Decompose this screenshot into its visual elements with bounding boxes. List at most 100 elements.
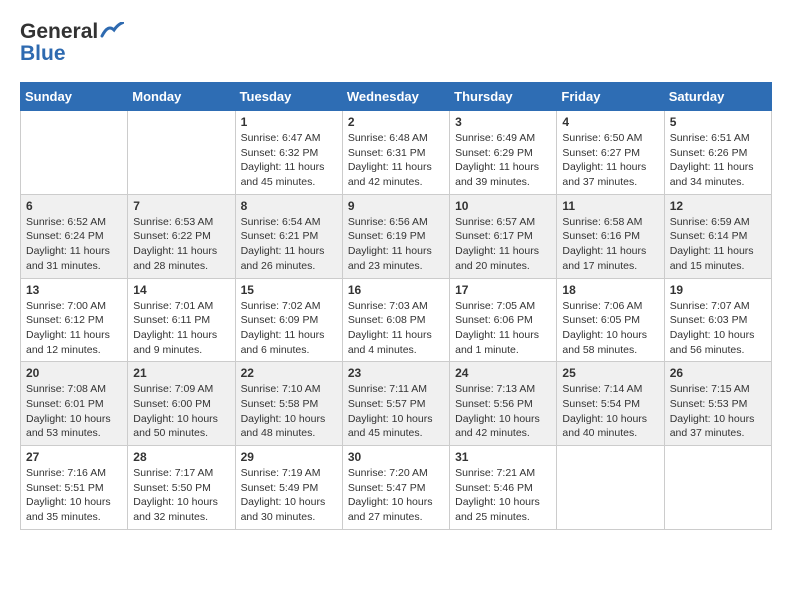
day-number: 20: [26, 366, 122, 380]
calendar-cell: 3 Sunrise: 6:49 AM Sunset: 6:29 PM Daylig…: [450, 111, 557, 195]
calendar-header-row: SundayMondayTuesdayWednesdayThursdayFrid…: [21, 83, 772, 111]
day-info: Sunrise: 7:02 AM Sunset: 6:09 PM Dayligh…: [241, 299, 337, 358]
logo: General Blue: [20, 20, 124, 66]
day-info: Sunrise: 7:14 AM Sunset: 5:54 PM Dayligh…: [562, 382, 658, 441]
day-number: 8: [241, 199, 337, 213]
week-row-3: 13 Sunrise: 7:00 AM Sunset: 6:12 PM Dayli…: [21, 278, 772, 362]
day-number: 27: [26, 450, 122, 464]
day-info: Sunrise: 7:17 AM Sunset: 5:50 PM Dayligh…: [133, 466, 229, 525]
day-number: 16: [348, 283, 444, 297]
day-header-friday: Friday: [557, 83, 664, 111]
day-info: Sunrise: 7:09 AM Sunset: 6:00 PM Dayligh…: [133, 382, 229, 441]
day-number: 23: [348, 366, 444, 380]
day-info: Sunrise: 7:05 AM Sunset: 6:06 PM Dayligh…: [455, 299, 551, 358]
day-number: 2: [348, 115, 444, 129]
day-header-thursday: Thursday: [450, 83, 557, 111]
day-info: Sunrise: 7:15 AM Sunset: 5:53 PM Dayligh…: [670, 382, 766, 441]
calendar-cell: 17 Sunrise: 7:05 AM Sunset: 6:06 PM Dayli…: [450, 278, 557, 362]
calendar-cell: 30 Sunrise: 7:20 AM Sunset: 5:47 PM Dayli…: [342, 446, 449, 530]
calendar-cell: 29 Sunrise: 7:19 AM Sunset: 5:49 PM Dayli…: [235, 446, 342, 530]
day-info: Sunrise: 7:20 AM Sunset: 5:47 PM Dayligh…: [348, 466, 444, 525]
day-number: 30: [348, 450, 444, 464]
day-info: Sunrise: 7:01 AM Sunset: 6:11 PM Dayligh…: [133, 299, 229, 358]
day-number: 1: [241, 115, 337, 129]
logo-wave-icon: [100, 22, 124, 40]
calendar-table: SundayMondayTuesdayWednesdayThursdayFrid…: [20, 82, 772, 530]
day-info: Sunrise: 6:57 AM Sunset: 6:17 PM Dayligh…: [455, 215, 551, 274]
calendar-cell: 27Sunrise: 7:16 AM Sunset: 5:51 PM Dayli…: [21, 446, 128, 530]
day-info: Sunrise: 7:13 AM Sunset: 5:56 PM Dayligh…: [455, 382, 551, 441]
calendar-cell: 24Sunrise: 7:13 AM Sunset: 5:56 PM Dayli…: [450, 362, 557, 446]
calendar-cell: 15 Sunrise: 7:02 AM Sunset: 6:09 PM Dayli…: [235, 278, 342, 362]
day-number: 15: [241, 283, 337, 297]
day-info: Sunrise: 6:53 AM Sunset: 6:22 PM Dayligh…: [133, 215, 229, 274]
day-number: 6: [26, 199, 122, 213]
calendar-cell: 23 Sunrise: 7:11 AM Sunset: 5:57 PM Dayli…: [342, 362, 449, 446]
day-number: 29: [241, 450, 337, 464]
day-number: 18: [562, 283, 658, 297]
day-number: 19: [670, 283, 766, 297]
week-row-1: 1 Sunrise: 6:47 AM Sunset: 6:32 PM Daylig…: [21, 111, 772, 195]
calendar-cell: 28 Sunrise: 7:17 AM Sunset: 5:50 PM Dayli…: [128, 446, 235, 530]
calendar-cell: 16Sunrise: 7:03 AM Sunset: 6:08 PM Dayli…: [342, 278, 449, 362]
calendar-cell: 8 Sunrise: 6:54 AM Sunset: 6:21 PM Daylig…: [235, 194, 342, 278]
day-header-sunday: Sunday: [21, 83, 128, 111]
calendar-cell: 6 Sunrise: 6:52 AM Sunset: 6:24 PM Daylig…: [21, 194, 128, 278]
day-info: Sunrise: 6:59 AM Sunset: 6:14 PM Dayligh…: [670, 215, 766, 274]
day-number: 17: [455, 283, 551, 297]
calendar-cell: 20 Sunrise: 7:08 AM Sunset: 6:01 PM Dayli…: [21, 362, 128, 446]
calendar-cell: 12Sunrise: 6:59 AM Sunset: 6:14 PM Dayli…: [664, 194, 771, 278]
day-info: Sunrise: 6:48 AM Sunset: 6:31 PM Dayligh…: [348, 131, 444, 190]
day-info: Sunrise: 6:50 AM Sunset: 6:27 PM Dayligh…: [562, 131, 658, 190]
day-number: 14: [133, 283, 229, 297]
day-info: Sunrise: 7:07 AM Sunset: 6:03 PM Dayligh…: [670, 299, 766, 358]
day-info: Sunrise: 6:56 AM Sunset: 6:19 PM Dayligh…: [348, 215, 444, 274]
calendar-cell: [664, 446, 771, 530]
calendar-cell: 5Sunrise: 6:51 AM Sunset: 6:26 PM Daylig…: [664, 111, 771, 195]
day-number: 21: [133, 366, 229, 380]
week-row-4: 20 Sunrise: 7:08 AM Sunset: 6:01 PM Dayli…: [21, 362, 772, 446]
calendar-cell: 1 Sunrise: 6:47 AM Sunset: 6:32 PM Daylig…: [235, 111, 342, 195]
day-number: 10: [455, 199, 551, 213]
day-header-tuesday: Tuesday: [235, 83, 342, 111]
calendar-cell: 19 Sunrise: 7:07 AM Sunset: 6:03 PM Dayli…: [664, 278, 771, 362]
calendar-cell: 7 Sunrise: 6:53 AM Sunset: 6:22 PM Daylig…: [128, 194, 235, 278]
day-info: Sunrise: 7:10 AM Sunset: 5:58 PM Dayligh…: [241, 382, 337, 441]
day-number: 22: [241, 366, 337, 380]
calendar-cell: 22 Sunrise: 7:10 AM Sunset: 5:58 PM Dayli…: [235, 362, 342, 446]
day-info: Sunrise: 7:21 AM Sunset: 5:46 PM Dayligh…: [455, 466, 551, 525]
calendar-cell: 4Sunrise: 6:50 AM Sunset: 6:27 PM Daylig…: [557, 111, 664, 195]
calendar-cell: 11Sunrise: 6:58 AM Sunset: 6:16 PM Dayli…: [557, 194, 664, 278]
week-row-5: 27Sunrise: 7:16 AM Sunset: 5:51 PM Dayli…: [21, 446, 772, 530]
page-header: General Blue: [20, 20, 772, 66]
calendar-cell: 21 Sunrise: 7:09 AM Sunset: 6:00 PM Dayli…: [128, 362, 235, 446]
day-info: Sunrise: 7:08 AM Sunset: 6:01 PM Dayligh…: [26, 382, 122, 441]
day-header-monday: Monday: [128, 83, 235, 111]
day-number: 7: [133, 199, 229, 213]
calendar-cell: 13 Sunrise: 7:00 AM Sunset: 6:12 PM Dayli…: [21, 278, 128, 362]
logo-general-text: General: [20, 20, 98, 44]
day-info: Sunrise: 6:49 AM Sunset: 6:29 PM Dayligh…: [455, 131, 551, 190]
day-info: Sunrise: 6:54 AM Sunset: 6:21 PM Dayligh…: [241, 215, 337, 274]
day-number: 3: [455, 115, 551, 129]
day-number: 13: [26, 283, 122, 297]
logo-blue-text: Blue: [20, 42, 66, 66]
calendar-cell: 26Sunrise: 7:15 AM Sunset: 5:53 PM Dayli…: [664, 362, 771, 446]
calendar-cell: 25Sunrise: 7:14 AM Sunset: 5:54 PM Dayli…: [557, 362, 664, 446]
calendar-cell: 31Sunrise: 7:21 AM Sunset: 5:46 PM Dayli…: [450, 446, 557, 530]
day-info: Sunrise: 7:19 AM Sunset: 5:49 PM Dayligh…: [241, 466, 337, 525]
day-info: Sunrise: 7:00 AM Sunset: 6:12 PM Dayligh…: [26, 299, 122, 358]
day-header-wednesday: Wednesday: [342, 83, 449, 111]
day-header-saturday: Saturday: [664, 83, 771, 111]
calendar-cell: 10 Sunrise: 6:57 AM Sunset: 6:17 PM Dayli…: [450, 194, 557, 278]
day-info: Sunrise: 7:06 AM Sunset: 6:05 PM Dayligh…: [562, 299, 658, 358]
day-number: 28: [133, 450, 229, 464]
calendar-cell: 2 Sunrise: 6:48 AM Sunset: 6:31 PM Daylig…: [342, 111, 449, 195]
week-row-2: 6 Sunrise: 6:52 AM Sunset: 6:24 PM Daylig…: [21, 194, 772, 278]
day-info: Sunrise: 7:11 AM Sunset: 5:57 PM Dayligh…: [348, 382, 444, 441]
day-info: Sunrise: 6:52 AM Sunset: 6:24 PM Dayligh…: [26, 215, 122, 274]
calendar-cell: [128, 111, 235, 195]
calendar-cell: 14 Sunrise: 7:01 AM Sunset: 6:11 PM Dayli…: [128, 278, 235, 362]
day-number: 5: [670, 115, 766, 129]
day-info: Sunrise: 6:47 AM Sunset: 6:32 PM Dayligh…: [241, 131, 337, 190]
